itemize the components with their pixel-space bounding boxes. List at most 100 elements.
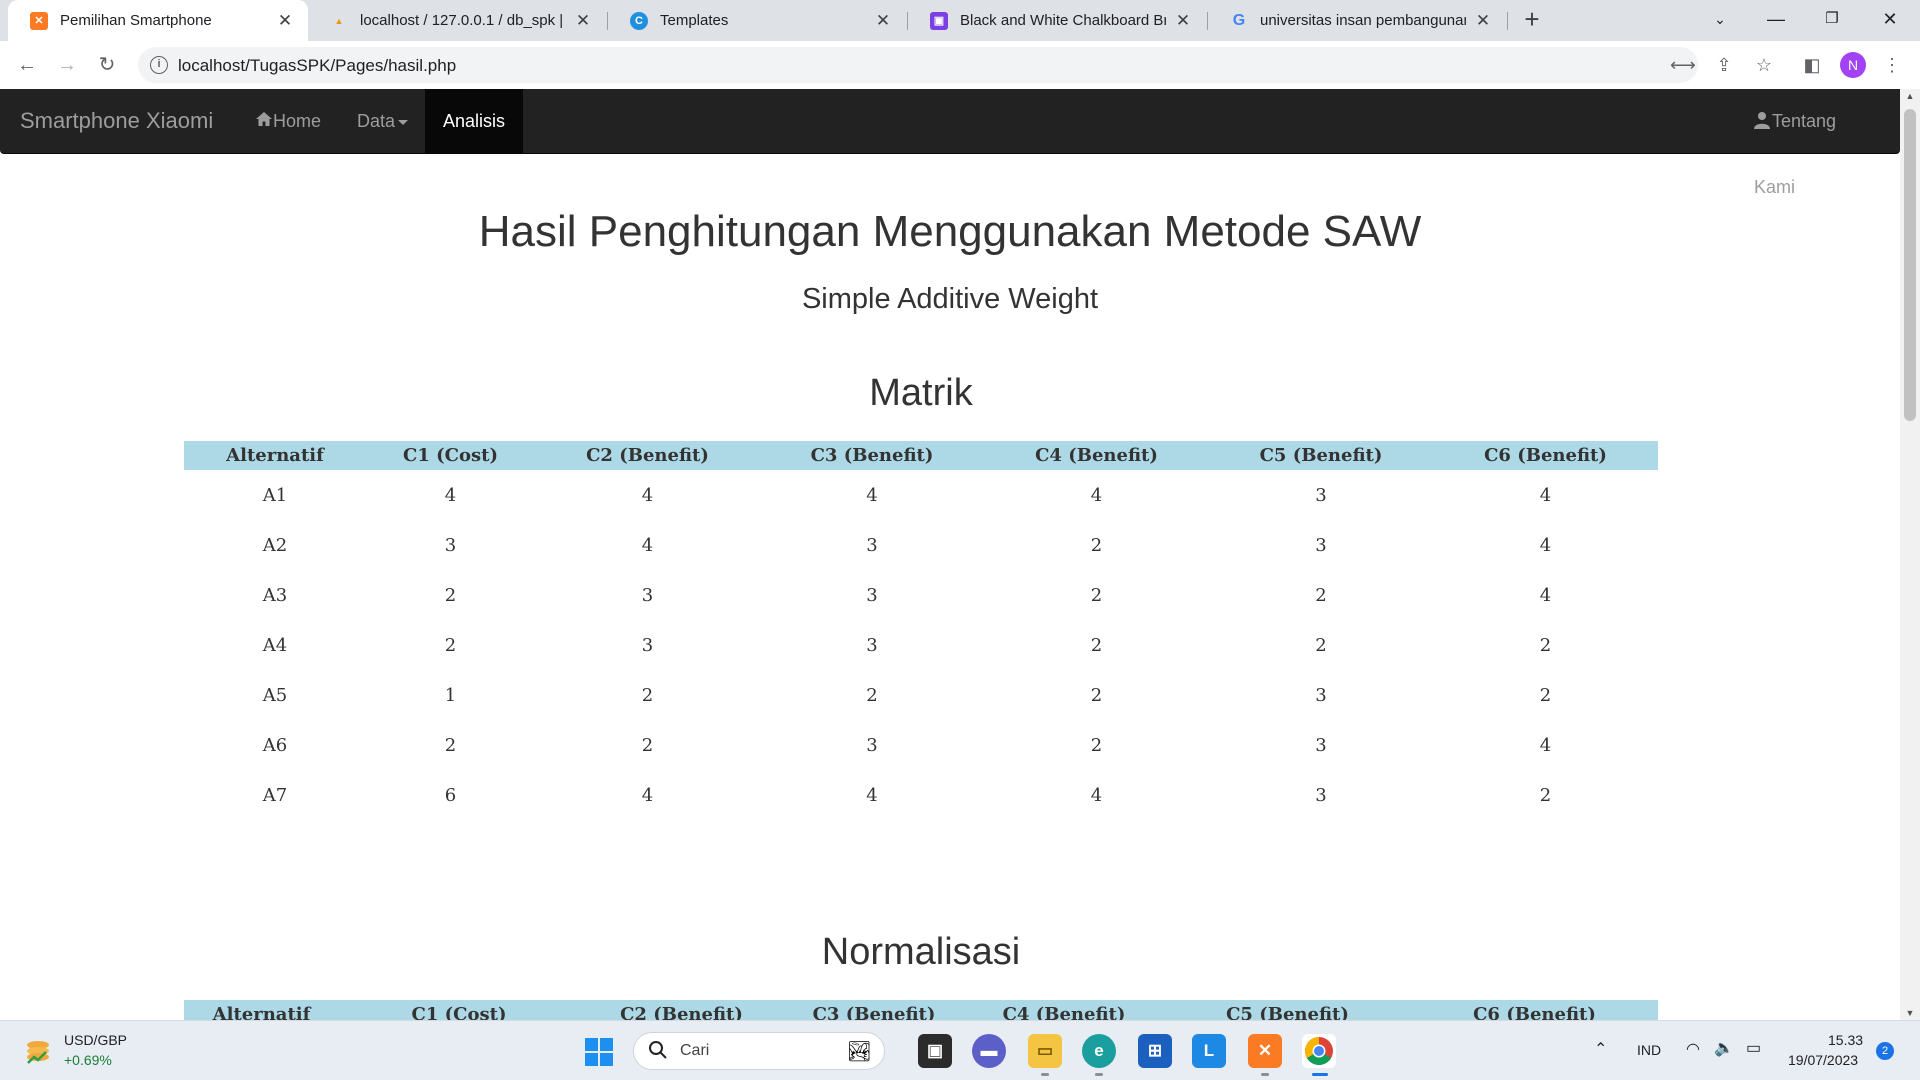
table-cell: 2: [444, 734, 457, 756]
table-cell: 3: [866, 734, 878, 756]
table-cell: 6: [444, 784, 457, 806]
close-tab-icon[interactable]: ✕: [276, 11, 294, 31]
col-header-c5: C5 (Benefit): [1164, 1000, 1411, 1020]
search-highlight-icon: 🏞: [846, 1041, 872, 1063]
menu-kebab-icon[interactable]: ⋮: [1880, 53, 1904, 77]
close-tab-icon[interactable]: ✕: [1474, 11, 1492, 31]
col-header-c2: C2 (Benefit): [579, 1000, 784, 1020]
close-tab-icon[interactable]: ✕: [874, 11, 892, 31]
currency-widget-icon[interactable]: [22, 1035, 54, 1067]
table-cell: A2: [262, 534, 288, 556]
table-cell: 3: [641, 584, 654, 606]
tab-phpmyadmin[interactable]: ▲ localhost / 127.0.0.1 / db_spk | ph ✕: [308, 0, 606, 41]
clock-time[interactable]: 15.33: [1828, 1032, 1863, 1048]
table-cell: 2: [1090, 534, 1103, 556]
search-placeholder: Cari: [680, 1042, 710, 1059]
scroll-up-arrow-icon[interactable]: ▲: [1900, 91, 1920, 101]
chrome-icon[interactable]: [1302, 1034, 1336, 1068]
edge-icon[interactable]: e: [1082, 1034, 1116, 1068]
normalization-table: Alternatif C1 (Cost) C2 (Benefit) C3 (Be…: [184, 1000, 1658, 1020]
address-bar[interactable]: i localhost/TugasSPK/Pages/hasil.php ⟷: [138, 47, 1698, 83]
back-button[interactable]: ←: [13, 51, 41, 79]
site-info-icon[interactable]: i: [150, 56, 168, 74]
page-title: Hasil Penghitungan Menggunakan Metode SA…: [478, 207, 1422, 256]
google-icon: G: [1232, 11, 1246, 29]
new-tab-button[interactable]: +: [1518, 6, 1546, 34]
table-row: A5 1 2 2 2 3 2: [184, 670, 1658, 720]
windows-start-icon[interactable]: [584, 1037, 614, 1067]
reload-button[interactable]: ↻: [93, 51, 121, 79]
table-cell: 2: [1539, 684, 1552, 706]
running-indicator: [1261, 1073, 1269, 1076]
table-cell: 3: [641, 634, 654, 656]
wifi-icon[interactable]: ◠: [1686, 1039, 1700, 1059]
url-text[interactable]: localhost/TugasSPK/Pages/hasil.php: [178, 56, 456, 76]
table-cell: 2: [1090, 734, 1103, 756]
nav-tentang-kami[interactable]: Tentang Kami: [1736, 89, 1900, 197]
tab-search-button[interactable]: ⌄: [1692, 0, 1748, 41]
close-window-button[interactable]: ✕: [1862, 0, 1918, 41]
battery-icon[interactable]: ▭: [1746, 1038, 1761, 1058]
notification-badge[interactable]: 2: [1876, 1042, 1894, 1060]
table-cell: 3: [1315, 784, 1327, 806]
forward-button[interactable]: →: [53, 51, 81, 79]
col-header-c4: C4 (Benefit): [984, 441, 1209, 470]
clock-date[interactable]: 19/07/2023: [1788, 1052, 1858, 1068]
table-cell: 3: [1315, 684, 1327, 706]
col-header-alternatif: Alternatif: [184, 1000, 339, 1020]
slides-icon: ▣: [930, 11, 948, 30]
xampp-icon[interactable]: ✕: [1248, 1034, 1282, 1068]
l-app-icon[interactable]: L: [1192, 1034, 1226, 1068]
volume-icon[interactable]: 🔈: [1714, 1038, 1734, 1058]
show-hidden-icons-icon[interactable]: ⌃: [1594, 1039, 1607, 1059]
bookmark-star-icon[interactable]: ☆: [1752, 53, 1776, 77]
task-view-icon[interactable]: ▣: [918, 1034, 952, 1068]
col-header-c2: C2 (Benefit): [535, 441, 760, 470]
screen: ✕ Pemilihan Smartphone ✕ ▲ localhost / 1…: [0, 0, 1920, 1080]
page-viewport: Smartphone Xiaomi Home Data Analisis Ten…: [0, 89, 1920, 1020]
close-tab-icon[interactable]: ✕: [574, 11, 592, 31]
page-scrollbar[interactable]: ▲ ▼: [1900, 89, 1920, 1020]
page-subtitle: Simple Additive Weight: [801, 283, 1099, 315]
table-cell: 2: [641, 684, 654, 706]
col-header-c5: C5 (Benefit): [1209, 441, 1433, 470]
table-cell: 2: [1315, 584, 1327, 606]
scroll-down-arrow-icon[interactable]: ▼: [1900, 1008, 1920, 1018]
taskbar-search-box[interactable]: Cari 🏞: [633, 1032, 885, 1070]
navbar-brand[interactable]: Smartphone Xiaomi: [20, 108, 213, 134]
side-panel-icon[interactable]: ◧: [1800, 53, 1824, 77]
scrollbar-thumb[interactable]: [1904, 109, 1916, 421]
tab-chalkboard[interactable]: ▣ Black and White Chalkboard Brai ✕: [908, 0, 1206, 41]
table-cell: 3: [1315, 484, 1327, 506]
table-cell: 4: [641, 484, 654, 506]
nav-home[interactable]: Home: [237, 89, 339, 153]
active-indicator: [1312, 1073, 1328, 1076]
file-explorer-icon[interactable]: ▭: [1028, 1034, 1062, 1068]
profile-avatar[interactable]: N: [1840, 52, 1866, 78]
language-indicator[interactable]: IND: [1637, 1042, 1661, 1058]
table-row: A4 2 3 3 2 2 2: [184, 620, 1658, 670]
microsoft-store-icon[interactable]: ⊞: [1138, 1034, 1172, 1068]
restore-button[interactable]: ❐: [1804, 0, 1860, 41]
translate-icon[interactable]: ⟷: [1670, 54, 1696, 76]
table-cell: 2: [1090, 584, 1103, 606]
table-cell: 4: [1539, 484, 1552, 506]
share-icon[interactable]: ⇪: [1712, 53, 1736, 77]
table-header-row: Alternatif C1 (Cost) C2 (Benefit) C3 (Be…: [184, 1000, 1658, 1020]
search-icon: [648, 1040, 668, 1066]
home-icon: [255, 89, 273, 153]
tab-templates[interactable]: C Templates ✕: [608, 0, 906, 41]
table-cell: 2: [1090, 634, 1103, 656]
minimize-button[interactable]: —: [1748, 0, 1804, 41]
tab-google-search[interactable]: G universitas insan pembangunan - ✕: [1208, 0, 1506, 41]
table-cell: 2: [1539, 784, 1552, 806]
teams-chat-icon[interactable]: ▬: [972, 1034, 1006, 1068]
table-cell: 2: [444, 584, 457, 606]
tab-pemilihan-smartphone[interactable]: ✕ Pemilihan Smartphone ✕: [8, 0, 308, 41]
table-cell: 3: [1315, 734, 1327, 756]
nav-data-dropdown[interactable]: Data: [339, 89, 426, 153]
widget-pair[interactable]: USD/GBP: [64, 1032, 127, 1048]
nav-analisis[interactable]: Analisis: [425, 89, 523, 153]
close-tab-icon[interactable]: ✕: [1174, 11, 1192, 31]
table-cell: A6: [262, 734, 288, 756]
